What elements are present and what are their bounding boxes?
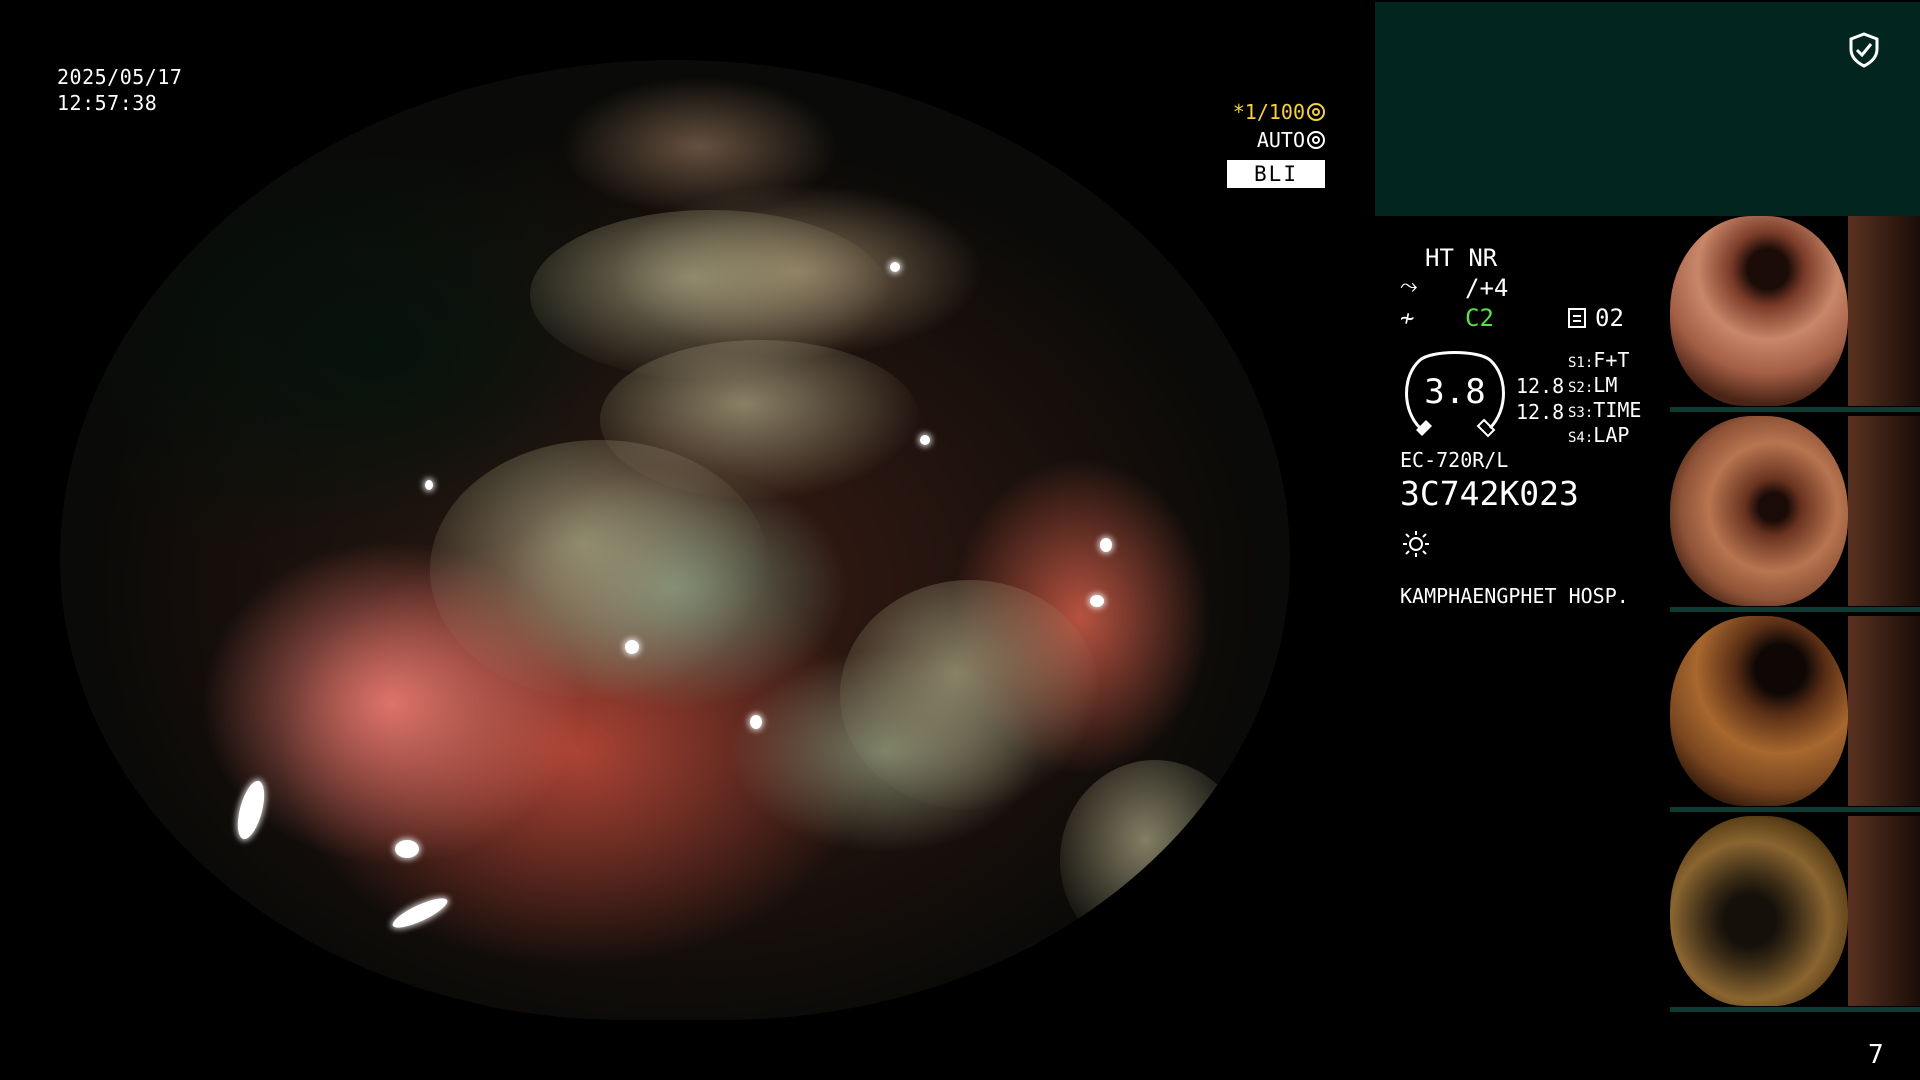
switch-s4: S4:LAP (1568, 423, 1630, 447)
time-text: 12:57:38 (57, 91, 158, 115)
mucosal-fold (1060, 760, 1250, 960)
thumbnail-image (1670, 416, 1848, 606)
thumbnail-4[interactable] (1670, 816, 1920, 1012)
shield-check-icon (1849, 32, 1879, 68)
endoscopy-screen: 2025/05/17 12:57:38 *1/100 AUTO BLI HT N… (0, 0, 1920, 1080)
scope-model: EC-720R/L (1400, 448, 1509, 472)
specular-reflection (1090, 595, 1104, 607)
thumbnail-bar (1670, 1007, 1920, 1012)
color-setting-value: C2 (1465, 304, 1494, 332)
specular-reflection (750, 715, 762, 729)
thumbnail-edge (1848, 816, 1920, 1006)
thumbnail-image (1670, 616, 1848, 806)
top-right-panel (1375, 2, 1920, 216)
shutter-text: *1/100 (1232, 100, 1305, 124)
thumbnail-bar (1670, 607, 1920, 612)
switch-s4-value: LAP (1593, 423, 1630, 447)
switch-number: 02 (1595, 304, 1624, 332)
specular-reflection (1100, 538, 1112, 552)
thumbnail-bar (1670, 407, 1920, 412)
iris-mode-text: AUTO (1256, 128, 1305, 152)
ht-nr-label: HT NR (1425, 244, 1498, 272)
specular-reflection (1000, 980, 1014, 998)
specular-reflection (389, 893, 451, 933)
hospital-name: KAMPHAENGPHET HOSP. (1400, 584, 1629, 608)
thumbnail-image (1670, 816, 1848, 1006)
color-setting-icon: ≁ (1400, 304, 1415, 332)
iris-icon (1307, 131, 1325, 149)
specular-reflection (1030, 950, 1052, 964)
page-number: 7 (1868, 1040, 1884, 1070)
gauge-value: 3.8 (1424, 372, 1486, 412)
scope-status-overlay: *1/100 AUTO BLI (1200, 98, 1325, 188)
specular-reflection (232, 778, 270, 842)
zoom-gauge: 3.8 (1400, 348, 1510, 440)
switch-s3-value: TIME (1593, 398, 1642, 422)
thumbnail-edge (1848, 216, 1920, 406)
specular-reflection (425, 480, 433, 490)
thumbnail-3[interactable] (1670, 616, 1920, 812)
thumbnail-2[interactable] (1670, 416, 1920, 612)
thumbnail-bar (1670, 807, 1920, 812)
shutter-speed: *1/100 (1200, 98, 1325, 126)
specular-reflection (920, 435, 930, 445)
magnification-a: 12.8 (1516, 374, 1565, 398)
document-icon (1568, 308, 1586, 328)
enhancement-value: /+4 (1465, 274, 1509, 302)
specular-reflection (890, 262, 900, 272)
iris-mode: AUTO (1200, 126, 1325, 154)
specular-reflection (625, 640, 639, 654)
switch-s3-key: S3 (1568, 405, 1585, 421)
thumbnail-1[interactable] (1670, 216, 1920, 412)
endoscopic-image (60, 60, 1290, 1020)
specular-reflection (220, 920, 242, 940)
specular-reflection (395, 840, 419, 858)
enhancement-icon: ⤳ (1400, 274, 1418, 299)
light-source-icon (1403, 531, 1429, 557)
switch-s2-value: LM (1593, 373, 1618, 397)
switch-s1-value: F+T (1593, 348, 1630, 372)
scope-serial: 3C742K023 (1400, 474, 1579, 513)
polyp-mass (840, 580, 1100, 810)
date-time: 2025/05/17 12:57:38 (57, 64, 182, 116)
thumbnail-edge (1848, 616, 1920, 806)
light-mode-badge: BLI (1227, 160, 1325, 188)
magnification-b: 12.8 (1516, 400, 1565, 424)
switch-s4-key: S4 (1568, 430, 1585, 446)
polyp-mass (430, 440, 770, 700)
switch-s2-key: S2 (1568, 380, 1585, 396)
thumbnail-edge (1848, 416, 1920, 606)
thumbnail-image (1670, 216, 1848, 406)
switch-s2: S2:LM (1568, 373, 1618, 397)
switch-s3: S3:TIME (1568, 398, 1642, 422)
switch-s1-key: S1 (1568, 355, 1585, 371)
shutter-icon (1307, 103, 1325, 121)
switch-s1: S1:F+T (1568, 348, 1630, 372)
date-text: 2025/05/17 (57, 65, 183, 89)
